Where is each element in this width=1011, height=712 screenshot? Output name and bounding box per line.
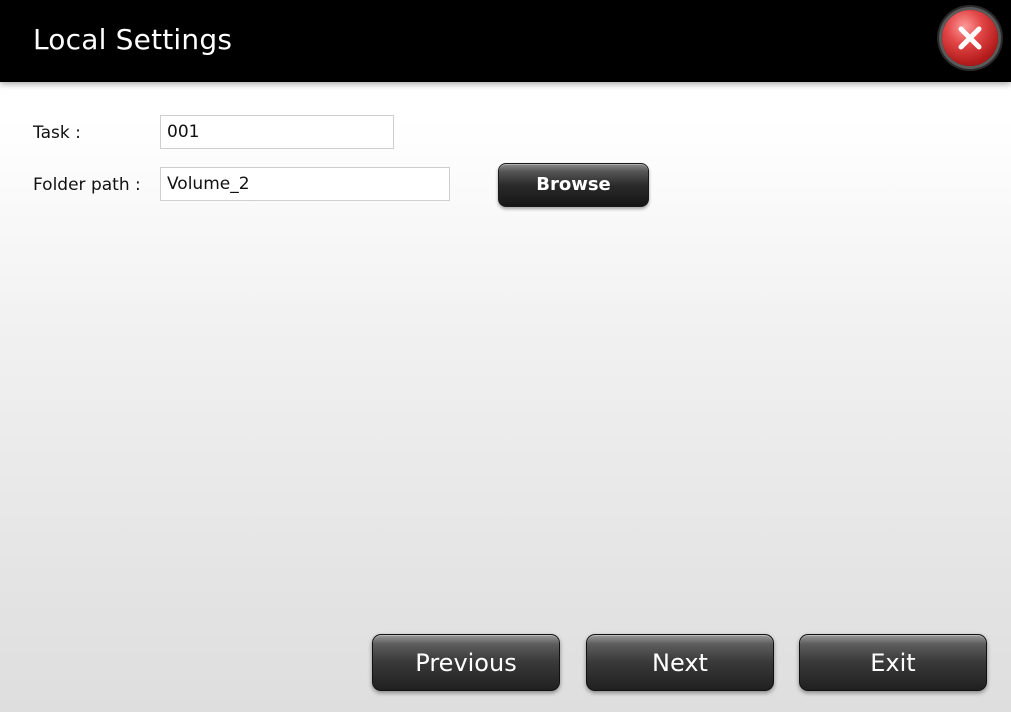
dialog-title: Local Settings xyxy=(33,23,233,56)
folder-path-input[interactable] xyxy=(160,167,450,201)
task-input[interactable] xyxy=(160,115,394,149)
folder-path-label: Folder path : xyxy=(33,175,141,195)
close-button[interactable] xyxy=(942,10,998,66)
next-button[interactable]: Next xyxy=(586,634,774,691)
exit-button[interactable]: Exit xyxy=(799,634,987,691)
local-settings-dialog: Local Settings Task : Folder path : Brow… xyxy=(0,0,1011,712)
previous-button[interactable]: Previous xyxy=(372,634,560,691)
browse-button[interactable]: Browse xyxy=(498,163,649,207)
task-label: Task : xyxy=(33,123,81,143)
title-bar: Local Settings xyxy=(0,0,1011,82)
close-icon xyxy=(958,26,982,50)
